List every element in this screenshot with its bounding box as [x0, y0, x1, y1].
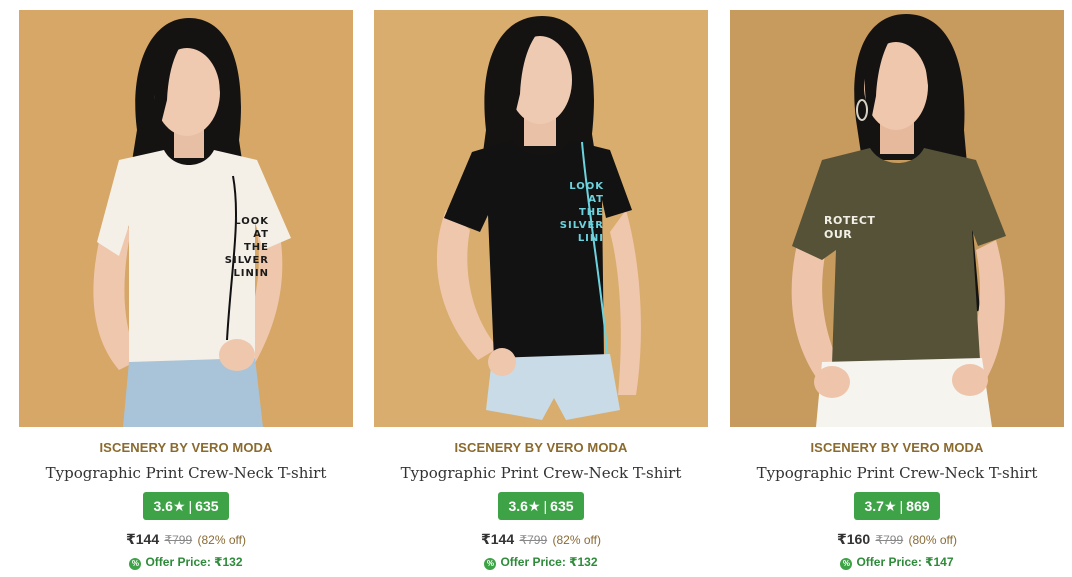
rating-separator: |: [899, 498, 904, 514]
price-row: ₹144 ₹799 (82% off): [19, 530, 353, 548]
offer-percent-icon: %: [129, 558, 142, 570]
mrp-price: ₹799: [164, 533, 193, 547]
offer-price: Offer Price: ₹147: [856, 555, 954, 569]
rating-value: 3.7: [864, 498, 884, 514]
selling-price: ₹144: [481, 531, 515, 547]
price-row: ₹160 ₹799 (80% off): [730, 530, 1064, 548]
offer-price: Offer Price: ₹132: [145, 555, 243, 569]
product-grid: LOOK AT THE SILVER LININ ISCENERY BY VER…: [0, 0, 1072, 577]
discount-percent: (80% off): [908, 533, 957, 547]
product-card[interactable]: ROTECT OUR ISCENERY BY VERO MODA Typogra…: [730, 10, 1064, 570]
product-title[interactable]: Typographic Print Crew-Neck T-shirt: [19, 464, 353, 482]
mrp-price: ₹799: [875, 533, 904, 547]
product-image[interactable]: LOOK AT THE SILVER LININ: [19, 10, 353, 427]
tshirt-print-text: ROTECT OUR: [824, 214, 876, 241]
model-in-white-tshirt-photo: [19, 10, 353, 427]
rating-badge[interactable]: 3.6★ | 635: [498, 492, 584, 520]
offer-price-row: % Offer Price: ₹147: [730, 554, 1064, 570]
star-icon: ★: [172, 498, 186, 514]
rating-separator: |: [543, 498, 548, 514]
price-row: ₹144 ₹799 (82% off): [374, 530, 708, 548]
tshirt-print-text: LOOK AT THE SILVER LINI: [559, 181, 604, 244]
rating-badge[interactable]: 3.6★ | 635: [143, 492, 229, 520]
offer-price-row: % Offer Price: ₹132: [374, 554, 708, 570]
product-brand[interactable]: ISCENERY BY VERO MODA: [730, 440, 1064, 456]
review-count: 635: [195, 498, 219, 514]
offer-price: Offer Price: ₹132: [500, 555, 598, 569]
review-count: 635: [550, 498, 574, 514]
star-icon: ★: [883, 498, 897, 514]
model-in-black-tshirt-photo: [374, 10, 708, 427]
discount-percent: (82% off): [552, 533, 601, 547]
star-icon: ★: [527, 498, 541, 514]
rating-value: 3.6: [153, 498, 173, 514]
selling-price: ₹144: [126, 531, 160, 547]
selling-price: ₹160: [837, 531, 871, 547]
rating-value: 3.6: [508, 498, 528, 514]
tshirt-print-text: LOOK AT THE SILVER LININ: [224, 216, 269, 279]
product-image[interactable]: ROTECT OUR: [730, 10, 1064, 427]
review-count: 869: [906, 498, 930, 514]
offer-price-row: % Offer Price: ₹132: [19, 554, 353, 570]
mrp-price: ₹799: [519, 533, 548, 547]
product-card[interactable]: LOOK AT THE SILVER LININ ISCENERY BY VER…: [19, 10, 353, 570]
product-title[interactable]: Typographic Print Crew-Neck T-shirt: [374, 464, 708, 482]
offer-percent-icon: %: [484, 558, 497, 570]
product-brand[interactable]: ISCENERY BY VERO MODA: [19, 440, 353, 456]
rating-separator: |: [188, 498, 193, 514]
discount-percent: (82% off): [197, 533, 246, 547]
product-brand[interactable]: ISCENERY BY VERO MODA: [374, 440, 708, 456]
product-card[interactable]: LOOK AT THE SILVER LINI ISCENERY BY VERO…: [374, 10, 708, 570]
product-title[interactable]: Typographic Print Crew-Neck T-shirt: [730, 464, 1064, 482]
product-image[interactable]: LOOK AT THE SILVER LINI: [374, 10, 708, 427]
offer-percent-icon: %: [840, 558, 853, 570]
rating-badge[interactable]: 3.7★ | 869: [854, 492, 940, 520]
